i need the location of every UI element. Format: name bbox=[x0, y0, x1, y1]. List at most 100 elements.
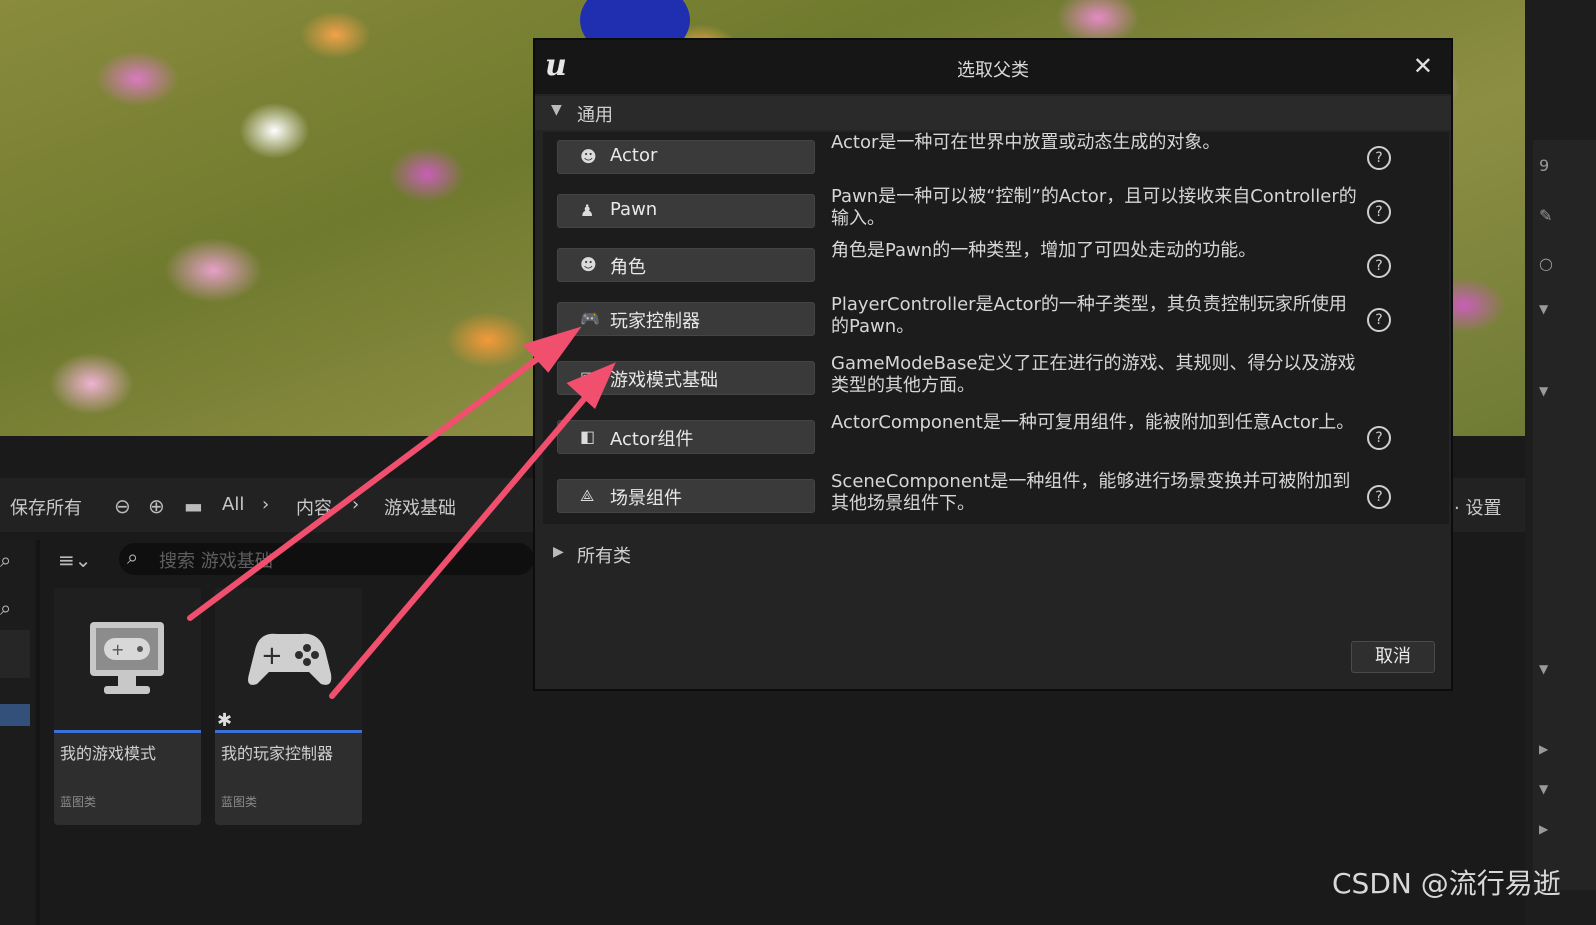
asset-thumbnail: + ✱ bbox=[215, 588, 362, 731]
class-button[interactable]: ⟁ 场景组件 bbox=[557, 479, 815, 513]
gamepad-icon: + ✱ bbox=[217, 633, 332, 731]
dialog-title: 选取父类 bbox=[957, 60, 1029, 81]
monitor-gamepad-icon: + bbox=[90, 622, 164, 694]
help-icon[interactable]: ? bbox=[1367, 254, 1391, 278]
class-button[interactable]: ◧ Actor组件 bbox=[557, 420, 815, 454]
asset-type-bar bbox=[54, 730, 201, 733]
forward-icon[interactable]: ⊕ bbox=[148, 494, 165, 518]
section-common[interactable]: ▼ 通用 bbox=[535, 96, 1451, 130]
breadcrumb-all[interactable]: All bbox=[222, 494, 244, 515]
right-panel-text: 9 bbox=[1539, 156, 1550, 175]
class-button[interactable]: 🎮 玩家控制器 bbox=[557, 302, 815, 336]
class-description: 角色是Pawn的一种类型，增加了可四处走动的功能。 bbox=[831, 240, 1257, 261]
asset-tile-player-controller[interactable]: + ✱ 我的玩家控制器 蓝图类 bbox=[215, 588, 362, 825]
sources-item[interactable] bbox=[0, 630, 30, 678]
chevron-right-icon: › bbox=[262, 494, 270, 515]
class-description: ActorComponent是一种可复用组件，能被附加到任意Actor上。 bbox=[831, 412, 1355, 433]
asset-type-bar bbox=[215, 730, 362, 733]
class-row[interactable]: ⟁ 场景组件 SceneComponent是一种组件，能够进行场景变换并可被附加到其… bbox=[543, 471, 1449, 527]
settings-button[interactable]: · 设置 bbox=[1454, 494, 1501, 520]
help-icon[interactable]: ? bbox=[1367, 426, 1391, 450]
section-common-label: 通用 bbox=[577, 105, 613, 126]
asset-thumbnail: + bbox=[54, 588, 201, 730]
save-all-button[interactable]: 保存所有 bbox=[10, 494, 82, 520]
search-icon[interactable]: ○ bbox=[1539, 254, 1553, 273]
chevron-right-icon: ▶ bbox=[553, 544, 564, 560]
help-icon[interactable]: ? bbox=[1367, 146, 1391, 170]
search-placeholder: 搜索 游戏基础 bbox=[159, 551, 273, 572]
class-button[interactable]: ☻ 角色 bbox=[557, 248, 815, 282]
svg-text:+: + bbox=[261, 641, 283, 671]
details-panel bbox=[1533, 140, 1596, 890]
search-icon[interactable]: ⌕ bbox=[0, 548, 11, 572]
settings-label: 设置 bbox=[1465, 498, 1502, 519]
scene-component-icon: ⟁ bbox=[580, 486, 595, 505]
chevron-down-icon[interactable]: ▼ bbox=[1539, 782, 1548, 796]
folder-icon[interactable]: ▬ bbox=[184, 494, 203, 518]
class-button[interactable]: ▣ 游戏模式基础 bbox=[557, 361, 815, 395]
class-name: Actor组件 bbox=[610, 429, 694, 450]
help-icon[interactable]: ? bbox=[1367, 200, 1391, 224]
edit-icon[interactable]: ✎ bbox=[1539, 206, 1552, 225]
common-class-list: ☻ Actor Actor是一种可在世界中放置或动态生成的对象。? ♟ Pawn Pawn… bbox=[543, 132, 1449, 524]
details-panel-strip: 9 ✎ ○ ▼ ▼ ▼ ▶ ▼ ▶ bbox=[1525, 0, 1596, 925]
class-name: Pawn bbox=[610, 199, 658, 220]
asset-tile-game-mode[interactable]: + 我的游戏模式 蓝图类 bbox=[54, 588, 201, 825]
svg-text:+: + bbox=[111, 640, 124, 659]
chevron-down-icon[interactable]: ▼ bbox=[1539, 384, 1548, 398]
dialog-title-bar[interactable]: u 选取父类 ✕ bbox=[535, 40, 1451, 94]
svg-text:✱: ✱ bbox=[217, 710, 232, 730]
filter-icon[interactable]: ≡⌄ bbox=[58, 548, 92, 572]
asset-type: 蓝图类 bbox=[221, 795, 258, 809]
class-name: 玩家控制器 bbox=[610, 311, 700, 332]
component-icon: ◧ bbox=[580, 427, 596, 446]
help-icon[interactable]: ? bbox=[1367, 485, 1391, 509]
class-name: Actor bbox=[610, 145, 658, 166]
class-row[interactable]: ▣ 游戏模式基础 GameModeBase定义了正在进行的游戏、其规则、得分以及游戏… bbox=[543, 353, 1449, 409]
class-description: SceneComponent是一种组件，能够进行场景变换并可被附加到其他场景组件… bbox=[831, 471, 1351, 514]
class-name: 角色 bbox=[610, 257, 646, 278]
gamepad-icon: 🎮 bbox=[580, 309, 600, 328]
panel-divider[interactable] bbox=[36, 540, 40, 925]
asset-name: 我的玩家控制器 bbox=[221, 744, 334, 763]
asset-name: 我的游戏模式 bbox=[60, 744, 157, 763]
class-row[interactable]: ☻ 角色 角色是Pawn的一种类型，增加了可四处走动的功能。? bbox=[543, 240, 1449, 296]
class-name: 场景组件 bbox=[610, 488, 682, 509]
section-all-classes[interactable]: ▶ 所有类 bbox=[535, 540, 1451, 572]
class-row[interactable]: ♟ Pawn Pawn是一种可以被“控制”的Actor，且可以接收来自Control… bbox=[543, 186, 1449, 242]
chevron-right-icon[interactable]: ▶ bbox=[1539, 822, 1548, 836]
game-mode-icon: ▣ bbox=[580, 368, 596, 387]
cancel-button[interactable]: 取消 bbox=[1351, 641, 1435, 673]
pick-parent-class-dialog: u 选取父类 ✕ ▼ 通用 ☻ Actor Actor是一种可在世界中放置或动态生成… bbox=[533, 38, 1453, 691]
section-all-label: 所有类 bbox=[577, 546, 631, 567]
search-icon: ⌕ bbox=[127, 545, 139, 569]
chevron-down-icon[interactable]: ▼ bbox=[1539, 302, 1548, 316]
class-row[interactable]: ◧ Actor组件 ActorComponent是一种可复用组件，能被附加到任意Ac… bbox=[543, 412, 1449, 468]
chevron-right-icon: › bbox=[352, 494, 360, 515]
chevron-down-icon: ▼ bbox=[551, 102, 562, 118]
class-button[interactable]: ♟ Pawn bbox=[557, 194, 815, 228]
breadcrumb-content[interactable]: 内容 bbox=[296, 494, 332, 520]
character-icon: ☻ bbox=[580, 255, 597, 274]
sources-item-selected[interactable] bbox=[0, 704, 30, 726]
pawn-icon: ♟ bbox=[580, 201, 595, 220]
close-icon[interactable]: ✕ bbox=[1413, 52, 1433, 80]
class-row[interactable]: ☻ Actor Actor是一种可在世界中放置或动态生成的对象。? bbox=[543, 132, 1449, 188]
chevron-right-icon[interactable]: ▶ bbox=[1539, 742, 1548, 756]
search-icon[interactable]: ⌕ bbox=[0, 596, 11, 620]
class-button[interactable]: ☻ Actor bbox=[557, 140, 815, 174]
back-icon[interactable]: ⊖ bbox=[114, 494, 131, 518]
class-description: Pawn是一种可以被“控制”的Actor，且可以接收来自Controller的输… bbox=[831, 186, 1357, 229]
class-row[interactable]: 🎮 玩家控制器 PlayerController是Actor的一种子类型，其负责控制… bbox=[543, 294, 1449, 350]
class-description: GameModeBase定义了正在进行的游戏、其规则、得分以及游戏类型的其他方面… bbox=[831, 353, 1356, 396]
actor-icon: ☻ bbox=[580, 147, 597, 166]
watermark: CSDN @流行易逝 bbox=[1332, 867, 1561, 900]
class-description: Actor是一种可在世界中放置或动态生成的对象。 bbox=[831, 132, 1221, 153]
asset-type: 蓝图类 bbox=[60, 795, 97, 809]
class-description: PlayerController是Actor的一种子类型，其负责控制玩家所使用的… bbox=[831, 294, 1347, 337]
chevron-down-icon[interactable]: ▼ bbox=[1539, 662, 1548, 676]
class-name: 游戏模式基础 bbox=[610, 370, 718, 391]
breadcrumb-gamebase[interactable]: 游戏基础 bbox=[384, 494, 456, 520]
help-icon[interactable]: ? bbox=[1367, 308, 1391, 332]
asset-search-input[interactable]: ⌕ 搜索 游戏基础 bbox=[119, 543, 534, 575]
